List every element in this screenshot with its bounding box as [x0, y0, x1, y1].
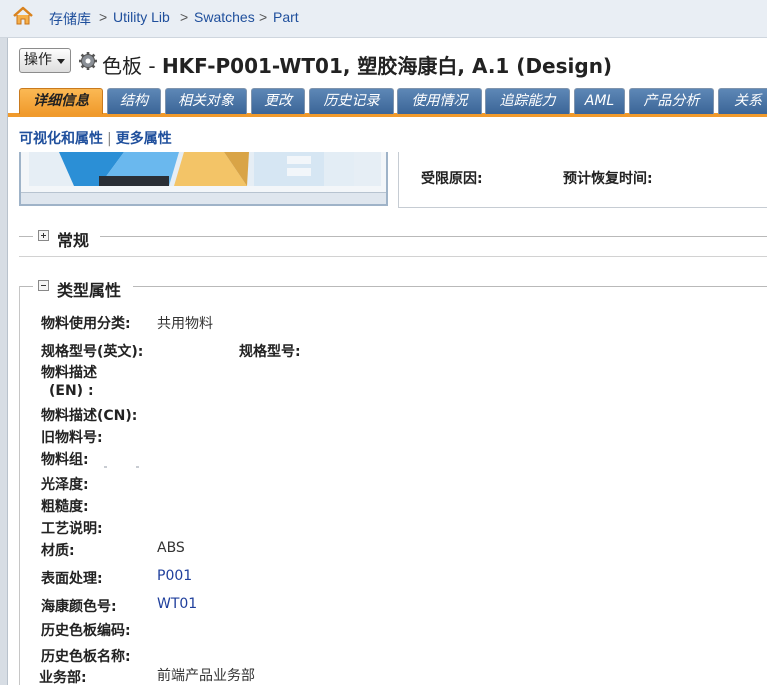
title-dash: -: [148, 54, 156, 78]
more-attributes-link[interactable]: 更多属性: [116, 131, 172, 147]
history-code-label: 历史色板编码:: [41, 623, 131, 639]
part-thumbnail[interactable]: [29, 152, 381, 186]
business-unit-label: 业务部:: [39, 670, 87, 685]
spec-en-label: 规格型号(英文):: [41, 344, 144, 360]
surface-treatment-label: 表面处理:: [41, 571, 103, 587]
breadcrumb-separator: >: [259, 9, 268, 25]
process-label: 工艺说明:: [41, 521, 103, 537]
object-name: HKF-P001-WT01, 塑胶海康白, A.1 (Design): [161, 54, 613, 78]
tab-related-objects[interactable]: 相关对象: [165, 88, 247, 114]
visualization-attributes-link[interactable]: 可视化和属性: [19, 131, 103, 147]
recovery-time-label: 预计恢复时间:: [563, 171, 653, 187]
chevron-down-icon: [57, 59, 65, 64]
restriction-reason-label: 受限原因:: [421, 171, 483, 187]
section-border: [19, 286, 20, 685]
tab-changes[interactable]: 更改: [251, 88, 305, 114]
section-type-attributes-title[interactable]: 类型属性: [57, 277, 121, 301]
expand-icon[interactable]: [38, 230, 49, 241]
collapse-icon[interactable]: [38, 280, 49, 291]
breadcrumb-separator: >: [180, 9, 189, 25]
frame-border: [0, 38, 8, 685]
desc-en-label-suffix: (EN) :: [49, 383, 94, 399]
breadcrumb-item-swatches[interactable]: Swatches: [194, 9, 255, 25]
material-value: ABS: [157, 540, 185, 556]
preview-footer: [21, 192, 386, 204]
breadcrumb-item-utility-lib[interactable]: Utility Lib: [113, 9, 170, 25]
sub-navigation: 可视化和属性 | 更多属性: [19, 128, 172, 148]
actions-menu-label: 操作: [24, 52, 52, 68]
old-code-label: 旧物料号:: [41, 430, 103, 446]
placeholder-mark: [136, 466, 139, 468]
page-title: 色板 - HKF-P001-WT01, 塑胶海康白, A.1 (Design): [102, 50, 612, 79]
breadcrumb-separator: >: [99, 9, 108, 25]
section-divider: [133, 286, 767, 287]
breadcrumb-item-part: Part: [273, 9, 299, 25]
roughness-label: 粗糙度:: [41, 499, 89, 515]
tab-usage[interactable]: 使用情况: [397, 88, 482, 114]
visualization-panel: [19, 152, 388, 206]
tab-history[interactable]: 历史记录: [309, 88, 394, 114]
material-group-label: 物料组:: [41, 452, 89, 468]
gloss-label: 光泽度:: [41, 477, 89, 493]
tab-relations[interactable]: 关系: [718, 88, 767, 114]
tab-details[interactable]: 详细信息: [19, 88, 103, 114]
tab-aml[interactable]: AML: [574, 88, 625, 114]
tab-structure[interactable]: 结构: [107, 88, 161, 114]
material-label: 材质:: [41, 543, 75, 559]
color-number-link[interactable]: WT01: [157, 596, 197, 612]
section-divider: [100, 236, 767, 237]
breadcrumb-item-repository[interactable]: 存储库: [49, 9, 91, 29]
business-unit-value: 前端产品业务部: [157, 668, 255, 684]
spec-label: 规格型号:: [239, 344, 301, 360]
desc-en-label: 物料描述: [41, 365, 97, 381]
color-number-label: 海康颜色号:: [41, 599, 117, 615]
usage-class-value: 共用物料: [157, 316, 213, 332]
section-divider: [19, 286, 33, 287]
object-type: 色板: [102, 54, 142, 78]
subnav-divider: |: [107, 131, 112, 147]
tab-traceability[interactable]: 追踪能力: [485, 88, 570, 114]
usage-class-label: 物料使用分类:: [41, 316, 131, 332]
history-name-label: 历史色板名称:: [41, 649, 131, 665]
actions-menu-button[interactable]: 操作: [19, 48, 71, 73]
home-icon[interactable]: [12, 5, 34, 27]
section-divider: [19, 256, 767, 257]
section-divider: [19, 236, 33, 237]
gear-icon: [79, 52, 97, 70]
placeholder-mark: [104, 466, 107, 468]
surface-treatment-link[interactable]: P001: [157, 568, 192, 584]
section-general-title[interactable]: 常规: [57, 227, 89, 251]
desc-cn-label: 物料描述(CN):: [41, 408, 138, 424]
tab-product-analysis[interactable]: 产品分析: [629, 88, 714, 114]
